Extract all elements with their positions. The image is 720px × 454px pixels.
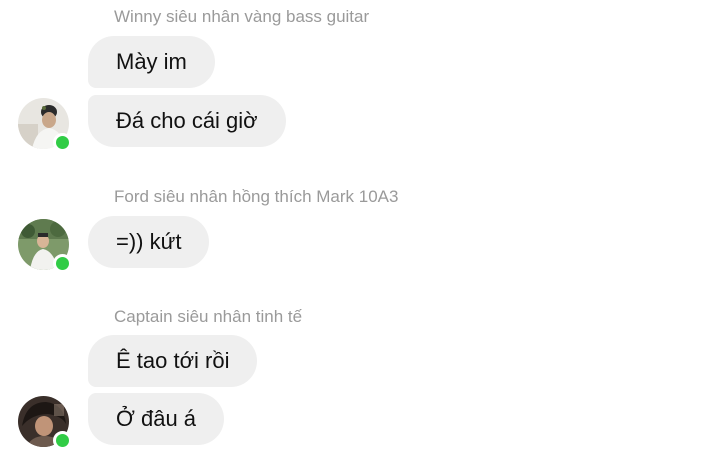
online-status-icon bbox=[53, 133, 72, 152]
message-bubble[interactable]: Đá cho cái giờ bbox=[88, 95, 286, 147]
sender-name: Captain siêu nhân tinh tế bbox=[114, 307, 303, 326]
chat-thread: Winny siêu nhân vàng bass guitar Mày im … bbox=[0, 0, 720, 454]
online-status-icon bbox=[53, 431, 72, 450]
sender-name: Ford siêu nhân hồng thích Mark 10A3 bbox=[114, 187, 399, 206]
online-status-icon bbox=[53, 254, 72, 273]
sender-avatar[interactable] bbox=[18, 396, 72, 450]
sender-avatar[interactable] bbox=[18, 219, 72, 273]
message-bubble[interactable]: Ở đâu á bbox=[88, 393, 225, 445]
sender-avatar[interactable] bbox=[18, 98, 72, 152]
sender-name: Winny siêu nhân vàng bass guitar bbox=[114, 7, 370, 26]
message-bubble[interactable]: Mày im bbox=[88, 36, 215, 88]
message-bubble[interactable]: Ê tao tới rồi bbox=[88, 335, 258, 387]
message-bubble[interactable]: =)) kứt bbox=[88, 216, 210, 268]
